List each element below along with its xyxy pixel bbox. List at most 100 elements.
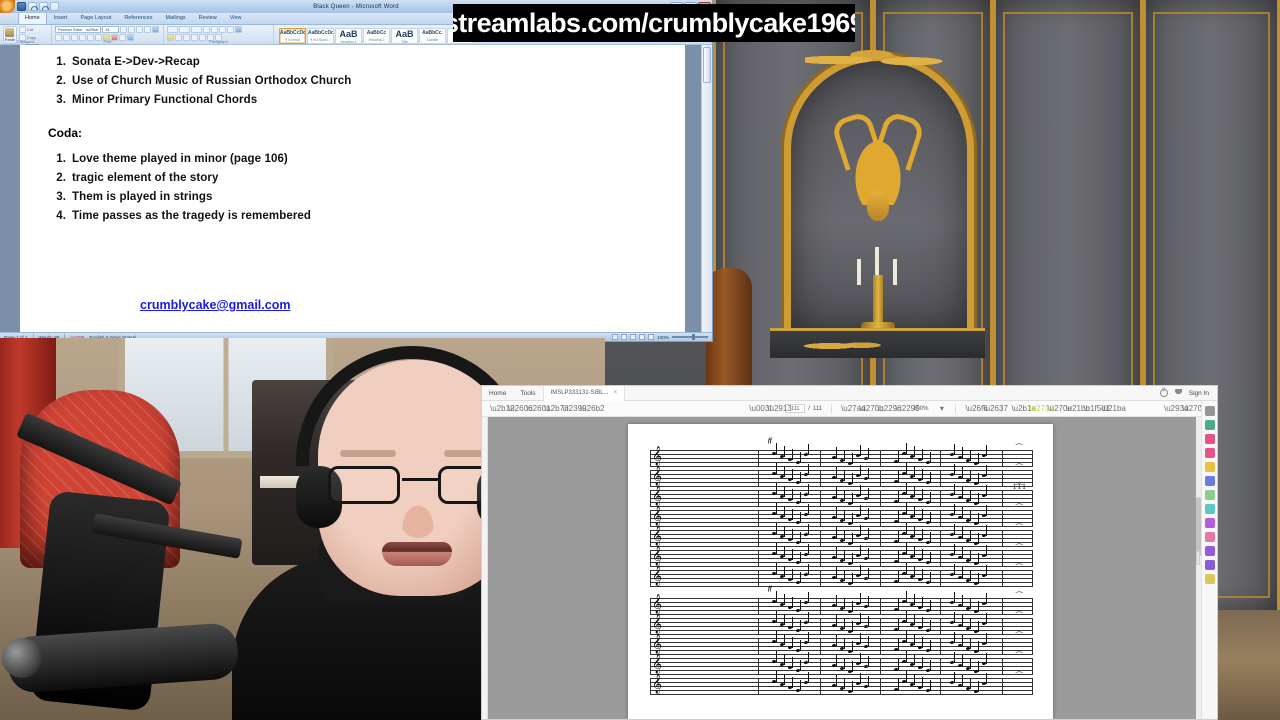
download-icon[interactable]: \u2913 — [767, 404, 791, 413]
account-area[interactable]: Sign In — [1159, 388, 1217, 397]
search-tool-icon[interactable] — [1204, 406, 1215, 416]
combine-files-icon[interactable] — [1204, 476, 1215, 486]
style-heading-2[interactable]: AaBbCc Heading 2 — [363, 28, 390, 44]
acrobat-document-viewport[interactable]: 111 𝄞⁀𝄞⁀𝄞⁀𝄞⁀𝄞⁀𝄞⁀𝄞⁀ff𝄞⁀𝄞⁀𝄞⁀𝄞⁀𝄞⁀ff — [482, 417, 1201, 719]
tab-insert[interactable]: Insert — [48, 12, 74, 24]
certificates-icon[interactable] — [1204, 574, 1215, 584]
comment-icon[interactable]: \u2b1a — [1011, 404, 1035, 413]
style-no-spacing[interactable]: AaBbCcDc ¶ No Spaci... — [307, 28, 334, 44]
outline-view-button[interactable] — [639, 334, 646, 340]
multilevel-list-icon[interactable] — [191, 26, 202, 33]
change-case-icon[interactable] — [136, 26, 143, 33]
show-marks-icon[interactable] — [227, 26, 234, 33]
hand-tool-icon[interactable]: \u270b — [859, 404, 883, 413]
zoom-in-icon[interactable]: \u2295 — [895, 404, 919, 413]
search-icon[interactable]: \u26b2 — [580, 404, 604, 413]
edit-pdf-icon[interactable] — [1204, 532, 1215, 542]
bullets-icon[interactable] — [167, 26, 178, 33]
help-icon[interactable] — [1159, 388, 1168, 397]
fit-page-icon[interactable]: \u26f6 — [965, 404, 987, 413]
adobe-acrobat-window[interactable]: Home Tools IMSLP333131-SIBL... × Sign In… — [481, 385, 1218, 720]
pane-collapse-handle[interactable] — [1196, 551, 1200, 565]
document-tab[interactable]: IMSLP333131-SIBL... × — [542, 386, 626, 401]
print-layout-view-button[interactable] — [612, 334, 619, 340]
shrink-font-icon[interactable] — [128, 26, 135, 33]
undo-icon[interactable]: \u21ba — [1101, 404, 1125, 413]
tab-review[interactable]: Review — [193, 12, 223, 24]
font-name-value: Product Sans — [58, 27, 83, 32]
organize-pages-icon[interactable] — [1204, 434, 1215, 444]
comment-tool-icon[interactable] — [1204, 462, 1215, 472]
list-item: 1. Love theme played in minor (page 106) — [56, 153, 288, 165]
treble-clef-icon: 𝄞 — [652, 634, 663, 654]
help-circle-icon[interactable]: \u003f — [749, 404, 771, 413]
send-for-review-icon[interactable] — [1204, 546, 1215, 556]
clear-formatting-icon[interactable] — [144, 26, 151, 33]
style-heading-1[interactable]: AaB Heading 1 — [335, 28, 362, 44]
email-icon[interactable]: \u2709 — [1182, 404, 1206, 413]
cloud-upload-icon[interactable]: \u2601 — [526, 404, 550, 413]
tab-references[interactable]: References — [118, 12, 158, 24]
menu-tools[interactable]: Tools — [513, 390, 542, 397]
distributed-icon[interactable] — [235, 26, 242, 33]
font-name-combo[interactable]: Product Sans \u25be — [55, 26, 101, 33]
protect-icon[interactable] — [1204, 504, 1215, 514]
email-hyperlink[interactable]: crumblycake@gmail.com — [140, 298, 290, 312]
increase-indent-icon[interactable] — [211, 26, 218, 33]
fill-sign-icon[interactable] — [1204, 518, 1215, 528]
score-staff: 𝄞 ⁀ — [650, 523, 1033, 547]
zoom-dropdown-caret-icon[interactable]: ▾ — [937, 404, 946, 413]
compress-pdf-icon[interactable] — [1204, 490, 1215, 500]
notifications-bell-icon[interactable] — [1174, 389, 1182, 397]
word-vertical-scrollbar[interactable] — [701, 45, 712, 332]
cut-icon[interactable] — [18, 26, 26, 33]
acrobat-tab-bar[interactable]: Home Tools IMSLP333131-SIBL... × Sign In — [482, 386, 1217, 401]
close-tab-icon[interactable]: × — [614, 390, 618, 396]
treble-clef-icon: 𝄞 — [652, 614, 663, 634]
acrobat-toolbar[interactable]: \u2b12 \u2606 \u2601 \u2b73 \u2399 \u26b… — [482, 401, 1217, 417]
word-document-area[interactable]: 1. Sonata E->Dev->Recap 2. Use of Church… — [0, 45, 712, 332]
create-pdf-icon[interactable] — [1204, 448, 1215, 458]
pdf-page-content[interactable]: 111 𝄞⁀𝄞⁀𝄞⁀𝄞⁀𝄞⁀𝄞⁀𝄞⁀ff𝄞⁀𝄞⁀𝄞⁀𝄞⁀𝄞⁀ff — [628, 424, 1053, 719]
microsoft-word-window[interactable]: Black Queen - Microsoft Word Home Insert… — [0, 0, 713, 342]
export-pdf-icon[interactable]: \u2b73 — [544, 404, 568, 413]
page-display-icon[interactable]: \u2637 — [983, 404, 1007, 413]
style-normal[interactable]: AaBbCcDc ¶ Normal — [279, 28, 306, 44]
sign-in-button[interactable]: Sign In — [1189, 390, 1209, 397]
treble-clef-icon: 𝄞 — [652, 506, 663, 526]
tab-mailings[interactable]: Mailings — [159, 12, 191, 24]
rotate-icon[interactable]: \u21bb — [1065, 404, 1089, 413]
style-subtitle[interactable]: AaBbCc. Subtitle — [419, 28, 446, 44]
web-layout-view-button[interactable] — [630, 334, 637, 340]
tab-page-layout[interactable]: Page Layout — [74, 12, 117, 24]
full-screen-view-button[interactable] — [621, 334, 628, 340]
tab-view[interactable]: View — [224, 12, 248, 24]
star-icon[interactable]: \u2606 — [508, 404, 532, 413]
zoom-out-icon[interactable]: \u2296 — [877, 404, 901, 413]
decrease-indent-icon[interactable] — [203, 26, 210, 33]
delete-icon[interactable]: \u1f5d1 — [1083, 404, 1110, 413]
signature-icon[interactable]: \u270e — [1047, 404, 1071, 413]
scrollbar-thumb[interactable] — [703, 47, 711, 83]
phonetic-guide-icon[interactable] — [152, 26, 159, 33]
word-page[interactable]: 1. Sonata E->Dev->Recap 2. Use of Church… — [20, 45, 685, 332]
sort-icon[interactable] — [219, 26, 226, 33]
select-tool-icon[interactable]: \u27a4 — [841, 404, 865, 413]
numbering-icon[interactable] — [179, 26, 190, 33]
grow-font-icon[interactable] — [120, 26, 127, 33]
print-icon[interactable]: \u2399 — [562, 404, 586, 413]
menu-home[interactable]: Home — [482, 390, 513, 397]
font-size-combo[interactable]: 14 — [102, 26, 119, 33]
draft-view-button[interactable] — [648, 334, 655, 340]
highlight-icon[interactable]: \u2712 — [1029, 404, 1053, 413]
save-icon[interactable]: \u2b12 — [490, 404, 514, 413]
export-pdf-tool-icon[interactable] — [1204, 420, 1215, 430]
zoom-slider[interactable] — [672, 334, 708, 340]
streamer-mouth — [382, 542, 452, 566]
acrobat-tools-sidebar[interactable] — [1201, 401, 1217, 719]
style-title[interactable]: AaB Title — [391, 28, 418, 44]
list-item: 4. Time passes as the tragedy is remembe… — [56, 210, 312, 222]
navigation-pane-rail[interactable] — [482, 417, 488, 719]
share-icon[interactable]: \u2934 — [1164, 404, 1188, 413]
stamp-icon[interactable] — [1204, 560, 1215, 570]
